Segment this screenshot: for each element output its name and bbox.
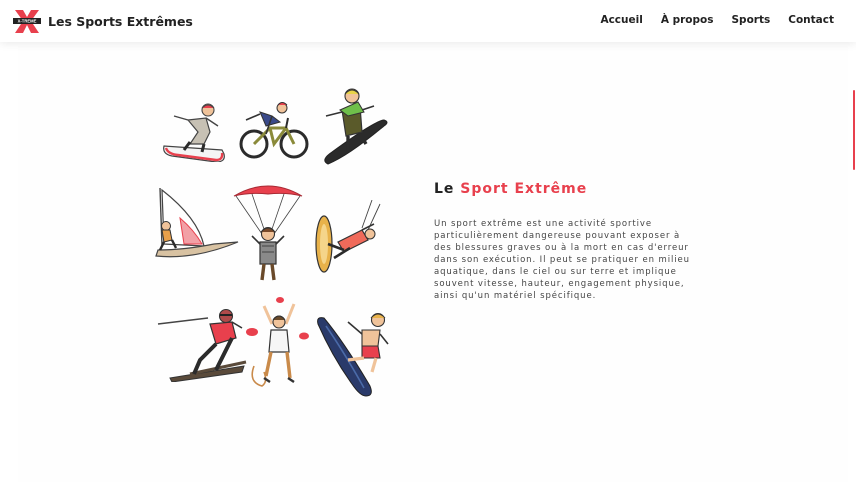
skateboarder-icon [324, 88, 388, 165]
bmx-rider-icon [239, 102, 309, 159]
brand-name: Les Sports Extrêmes [48, 13, 193, 29]
navbar: X-TREME Les Sports Extrêmes Accueil À pr… [0, 0, 856, 42]
snowboarder-icon [163, 103, 225, 162]
page-scrollbar[interactable] [852, 42, 856, 482]
wakeboarder-icon [317, 312, 389, 397]
xtreme-logo-icon: X-TREME [13, 10, 41, 33]
climber-icon [246, 297, 309, 387]
page-title: Le Sport Extrême [434, 181, 587, 197]
svg-text:X-TREME: X-TREME [18, 19, 37, 24]
intro-paragraph: Un sport extrême est une activité sporti… [434, 219, 690, 301]
kitesurfer-icon [315, 200, 381, 273]
title-prefix: Le [434, 181, 455, 197]
skier-icon [157, 308, 247, 382]
extreme-sports-illustration [152, 82, 400, 400]
nav-link-sports[interactable]: Sports [732, 14, 771, 26]
nav-link-a-propos[interactable]: À propos [661, 14, 714, 26]
main-content [18, 42, 848, 482]
parachutist-icon [233, 185, 303, 281]
nav-link-contact[interactable]: Contact [788, 14, 834, 26]
brand-link[interactable]: X-TREME Les Sports Extrêmes [12, 6, 193, 36]
windsurfer-icon [155, 187, 239, 258]
nav-link-accueil[interactable]: Accueil [600, 14, 642, 26]
scrollbar-thumb[interactable] [853, 90, 855, 170]
main-nav: Accueil À propos Sports Contact [582, 14, 834, 26]
title-highlight: Sport Extrême [460, 181, 588, 197]
